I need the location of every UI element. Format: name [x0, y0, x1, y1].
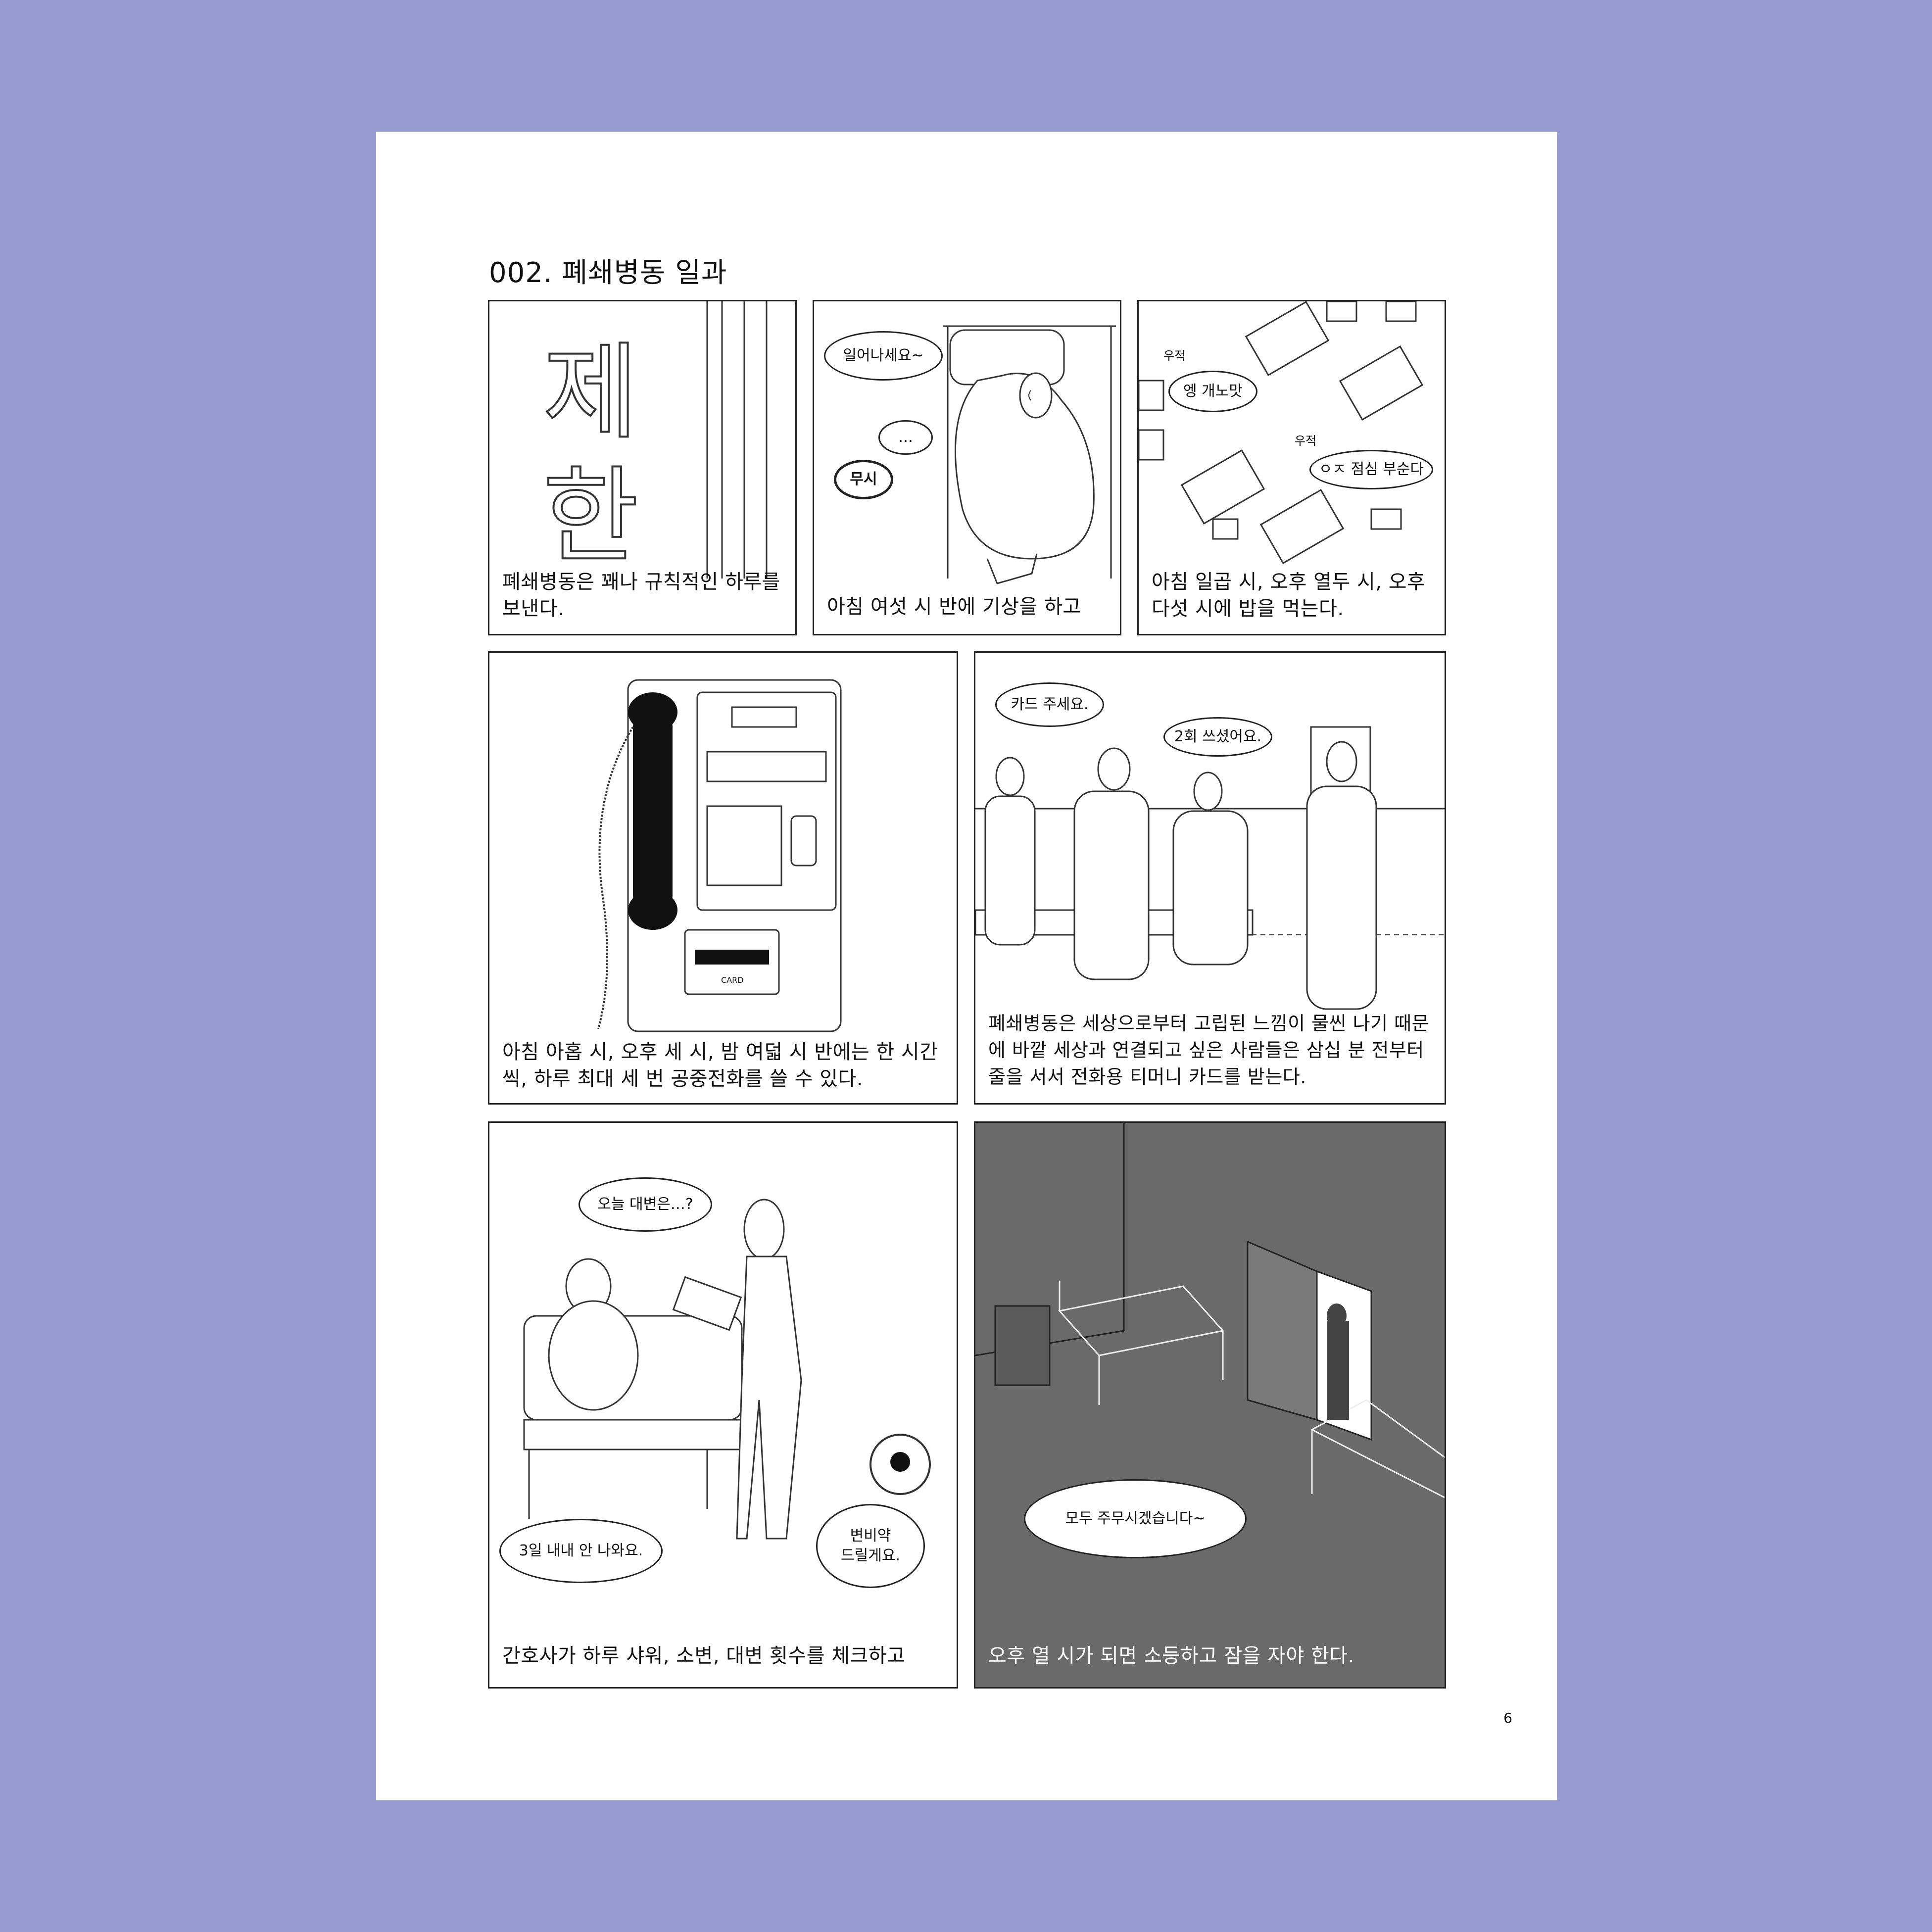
sign-char-1: 제	[542, 332, 639, 453]
panel-lights-out: 모두 주무시겠습니다~ 오후 열 시가 되면 소등하고 잠을 자야 한다.	[974, 1121, 1446, 1689]
speech-bubble: 일어나세요~	[824, 331, 943, 381]
sfx-chewing: 우적	[1163, 349, 1186, 363]
panel-wake-up: 일어나세요~ … 무시 아침 여섯 시 반에 기상을 하고	[813, 300, 1121, 635]
speech-bubble: ㅇㅈ 점심 부순다	[1309, 450, 1433, 489]
panel-meals: 우적 우적 엥 개노맛 ㅇㅈ 점심 부순다 아침 일곱 시, 오후 열두 시, …	[1137, 300, 1446, 635]
panel-caption: 아침 아홉 시, 오후 세 시, 밤 여덟 시 반에는 한 시간씩, 하루 최대…	[502, 1041, 938, 1090]
speech-bubble: 엥 개노맛	[1168, 371, 1257, 412]
panel-caption: 오후 열 시가 되면 소등하고 잠을 자야 한다.	[988, 1644, 1354, 1667]
panel-caption: 아침 여섯 시 반에 기상을 하고	[827, 595, 1081, 618]
dark-ward-illustration	[975, 1123, 1445, 1498]
panel-nurse-check: 오늘 대변은…? 3일 내내 안 나와요. 변비약 드릴게요. 간호사가 하루 …	[488, 1121, 958, 1689]
panel-caption: 간호사가 하루 샤워, 소변, 대변 횟수를 체크하고	[502, 1644, 906, 1667]
panel-waiting-line: 카드 주세요. 2회 쓰셨어요. 폐쇄병동은 세상으로부터 고립된 느낌이 물씬…	[974, 651, 1446, 1105]
speech-bubble: 3일 내내 안 나와요.	[499, 1519, 663, 1583]
panel-caption: 폐쇄병동은 꽤나 규칙적인 하루를 보낸다.	[502, 571, 780, 620]
sfx-ignore-bubble: 무시	[834, 460, 893, 499]
nurse-patient-illustration	[523, 1199, 931, 1540]
speech-bubble: 모두 주무시겠습니다~	[1024, 1479, 1247, 1558]
panel-caption: 아침 일곱 시, 오후 열두 시, 오후 다섯 시에 밥을 먹는다.	[1152, 571, 1426, 620]
sfx-chewing: 우적	[1295, 434, 1317, 448]
payphone-illustration	[597, 679, 842, 1032]
page-title: 002. 폐쇄병동 일과	[489, 257, 727, 289]
sign-char-2: 한	[542, 456, 639, 577]
comic-page: 002. 폐쇄병동 일과 제 한 폐쇄병동은 꽤나 규칙적인 하루를 보낸다. …	[376, 132, 1557, 1800]
speech-bubble: 변비약 드릴게요.	[816, 1504, 925, 1588]
speech-bubble: 2회 쓰셨어요.	[1163, 717, 1272, 757]
speech-bubble: …	[878, 420, 933, 455]
speech-bubble: 카드 주세요.	[995, 682, 1104, 727]
card-slot-label: CARD	[721, 975, 744, 985]
page-number: 6	[1503, 1710, 1512, 1726]
speech-bubble: 오늘 대변은…?	[579, 1177, 712, 1232]
panel-restriction-sign: 제 한 폐쇄병동은 꽤나 규칙적인 하루를 보낸다.	[488, 300, 797, 635]
panel-payphone: CARD 아침 아홉 시, 오후 세 시, 밤 여덟 시 반에는 한 시간씩, …	[488, 651, 958, 1105]
panel-caption: 폐쇄병동은 세상으로부터 고립된 느낌이 물씬 나기 때문에 바깥 세상과 연결…	[988, 1013, 1430, 1088]
